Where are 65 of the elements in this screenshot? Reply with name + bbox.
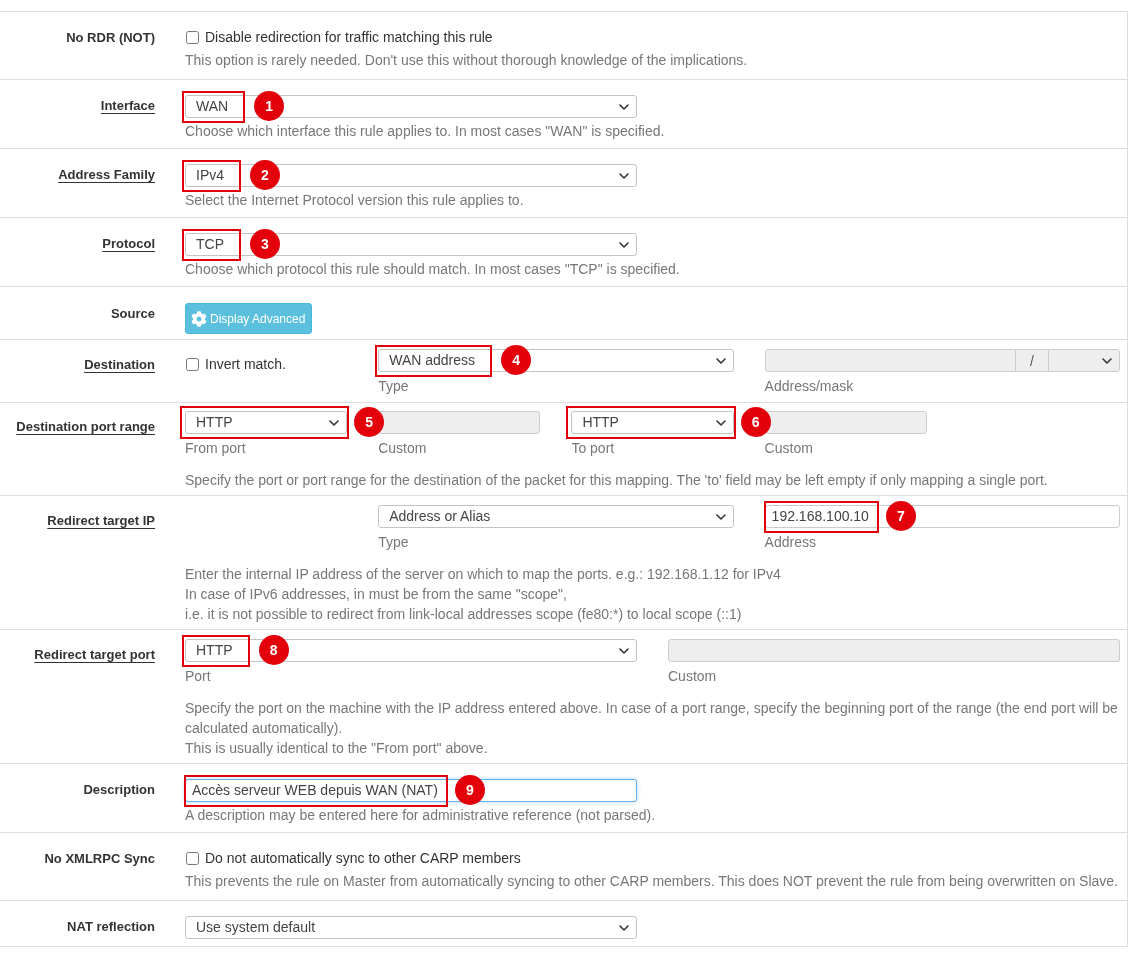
field-label[interactable]: Address Family bbox=[58, 167, 155, 182]
callout-number: 3 bbox=[250, 229, 280, 259]
field-caption: Address/mask bbox=[764, 377, 854, 396]
chevron-down-icon bbox=[619, 647, 629, 654]
callout-number: 9 bbox=[454, 775, 485, 805]
callout-number: 8 bbox=[258, 635, 289, 665]
help-text: This prevents the rule on Master from automatically syncing to other CARP members. This does NOT prevent the rule from being overwritten on Slave. bbox=[185, 872, 1119, 891]
checkbox[interactable] bbox=[186, 851, 199, 865]
field-label[interactable]: Destination bbox=[84, 357, 155, 372]
help-text: Enter the internal IP address of the server on which to map the ports. e.g.: 192.168.1.12 for IPv4 bbox=[185, 565, 782, 584]
field-label[interactable]: Protocol bbox=[102, 236, 155, 251]
checkbox[interactable] bbox=[186, 357, 199, 371]
help-text: A description may be entered here for administrative reference (not parsed). bbox=[185, 806, 657, 825]
callout-number: 5 bbox=[354, 407, 385, 437]
help-text: This option is rarely needed. Don't use this without thorough knowledge of the implications. bbox=[185, 51, 749, 70]
help-text: This is usually identical to the "From port" above. bbox=[185, 739, 489, 758]
field-label: Source bbox=[110, 306, 155, 321]
field-label: Description bbox=[83, 782, 155, 797]
chevron-down-icon bbox=[715, 419, 726, 426]
select-field[interactable]: Address or Alias bbox=[378, 505, 734, 528]
field-label[interactable]: Destination port range bbox=[16, 419, 155, 434]
help-text: Choose which interface this rule applies to. In most cases "WAN" is specified. bbox=[185, 122, 666, 141]
help-text: Select the Internet Protocol version this rule applies to. bbox=[185, 191, 525, 210]
callout-number: 4 bbox=[501, 345, 532, 375]
help-text: i.e. it is not possible to redirect from link-local addresses scope (fe80:*) to local scope (::1) bbox=[185, 605, 743, 624]
chevron-down-icon bbox=[715, 357, 726, 364]
checkbox-label[interactable]: Invert match. bbox=[205, 354, 286, 374]
field-label: NAT reflection bbox=[67, 919, 155, 934]
field-caption: Custom bbox=[668, 667, 717, 686]
callout-number: 1 bbox=[254, 91, 285, 121]
field-caption: Custom bbox=[378, 439, 427, 458]
select-field[interactable]: HTTP bbox=[185, 411, 348, 434]
chevron-down-icon bbox=[715, 513, 726, 520]
field-label[interactable]: Redirect target IP bbox=[47, 513, 155, 528]
field-caption: Type bbox=[378, 377, 409, 396]
chevron-down-icon bbox=[329, 419, 340, 426]
field-caption: Port bbox=[185, 667, 211, 686]
select-field[interactable]: HTTP bbox=[571, 411, 734, 434]
chevron-down-icon bbox=[619, 241, 629, 248]
field-caption: Address bbox=[764, 533, 816, 552]
field-label: No RDR (NOT) bbox=[66, 30, 155, 45]
help-text: Specify the port on the machine with the IP address entered above. In case of a port range, specify the beginning port of the range (the end port will be calculated automatically). bbox=[185, 699, 1119, 738]
select-field[interactable]: Use system default bbox=[185, 916, 637, 939]
checkbox-label[interactable]: Disable redirection for traffic matching this rule bbox=[205, 27, 493, 47]
checkbox-label[interactable]: Do not automatically sync to other CARP members bbox=[205, 848, 521, 868]
chevron-down-icon bbox=[619, 172, 629, 179]
gear-icon bbox=[191, 310, 207, 327]
chevron-down-icon bbox=[619, 103, 629, 110]
field-caption: Type bbox=[378, 533, 409, 552]
help-text: Specify the port or port range for the destination of the packet for this mapping. The 'to' field may be left empty if only mapping a single port. bbox=[185, 471, 1049, 490]
help-text: Choose which protocol this rule should match. In most cases "TCP" is specified. bbox=[185, 260, 681, 279]
help-text: In case of IPv6 addresses, in must be from the same "scope", bbox=[185, 585, 568, 604]
chevron-down-icon bbox=[619, 924, 629, 931]
callout-number: 7 bbox=[885, 501, 916, 531]
field-caption: Custom bbox=[764, 439, 813, 458]
field-caption: To port bbox=[571, 439, 615, 458]
input-addon: / bbox=[1016, 349, 1048, 372]
callout-number: 2 bbox=[250, 160, 280, 190]
checkbox[interactable] bbox=[186, 30, 199, 44]
callout-number: 6 bbox=[740, 407, 771, 437]
field-label: No XMLRPC Sync bbox=[44, 851, 155, 866]
field-label[interactable]: Redirect target port bbox=[34, 647, 155, 662]
field-caption: From port bbox=[185, 439, 246, 458]
field-label[interactable]: Interface bbox=[100, 98, 155, 113]
chevron-down-icon bbox=[1102, 357, 1112, 364]
